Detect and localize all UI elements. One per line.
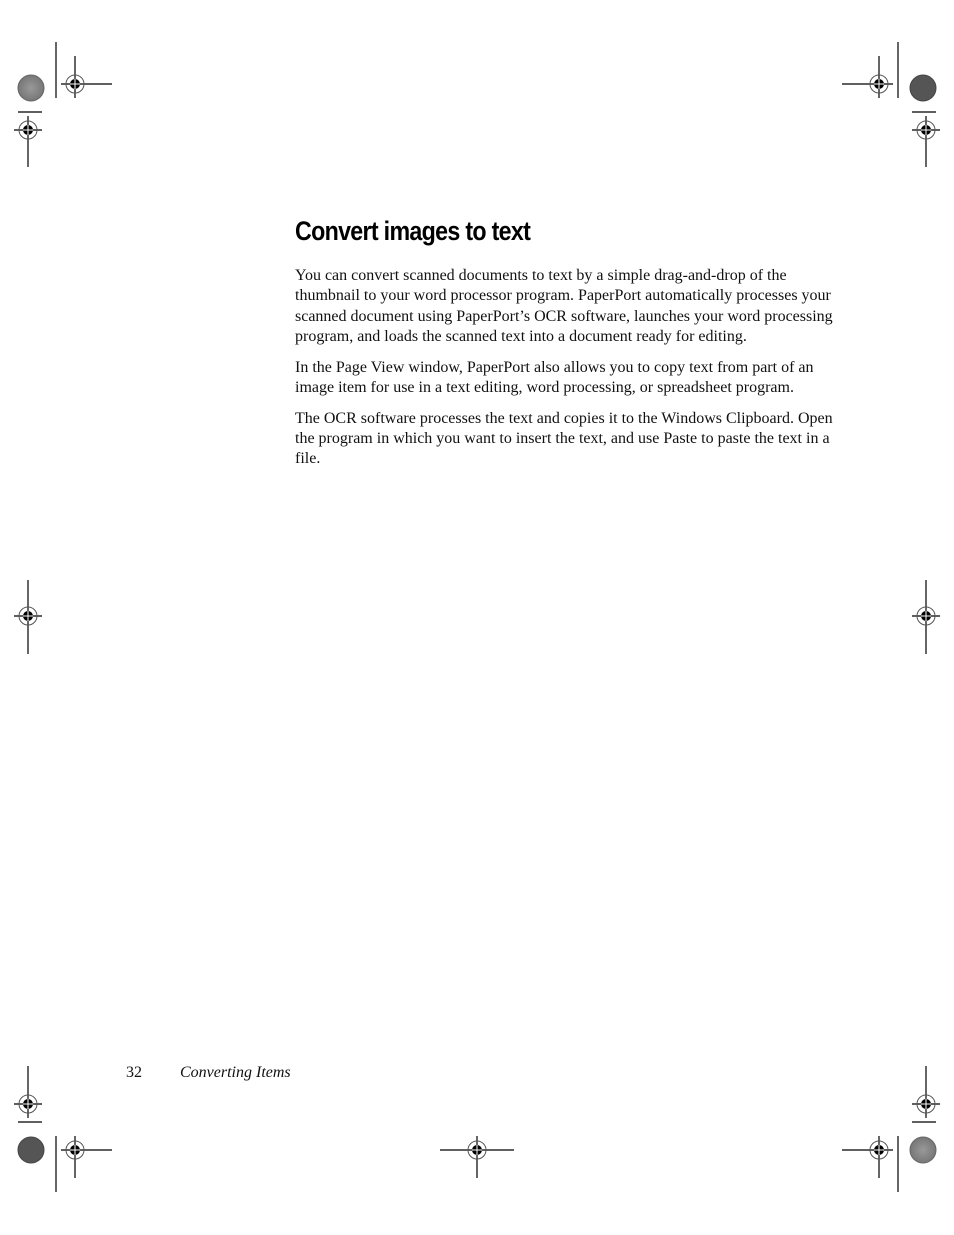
- printer-marks: [14, 42, 940, 1192]
